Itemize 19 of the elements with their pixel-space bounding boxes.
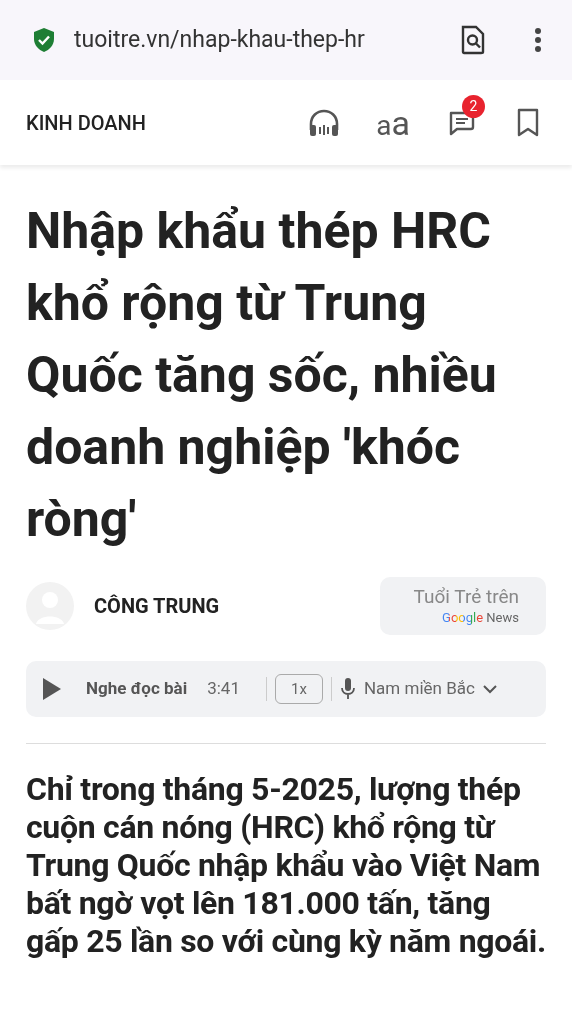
chevron-down-icon: [482, 684, 497, 694]
section-title[interactable]: KINH DOANH: [26, 107, 309, 138]
microphone-icon: [339, 677, 356, 701]
author-name[interactable]: CÔNG TRUNG: [94, 591, 380, 621]
bookmark-icon[interactable]: [516, 107, 540, 138]
listen-label: Nghe đọc bài: [86, 677, 188, 701]
comment-count-badge: 2: [462, 94, 485, 118]
google-news-button[interactable]: Tuổi Trẻ trên Google News: [380, 577, 546, 635]
play-icon[interactable]: [42, 677, 62, 701]
page-search-icon[interactable]: [460, 25, 486, 55]
shield-icon: [32, 27, 56, 53]
audio-duration: 3:41: [207, 677, 240, 701]
font-size-button[interactable]: aa: [376, 105, 410, 140]
article-title: Nhập khẩu thép HRC khổ rộng từ Trung Quốc tăng sốc, nhiều doanh nghiệp 'khóc ròng': [26, 201, 498, 550]
article-lead: Chỉ trong tháng 5-2025, lượng thép cuộn cán nóng (HRC) khổ rộng từ Trung Quốc nhập khẩu vào Việt Nam bất ngờ vọt lên 181.000 tấn, tăng gấp 25 lần so với cùng kỳ năm ngoái.: [26, 770, 546, 960]
headphones-icon[interactable]: [308, 107, 341, 138]
speed-button[interactable]: 1x: [274, 674, 323, 704]
menu-icon[interactable]: [534, 27, 542, 53]
voice-dropdown[interactable]: Nam miền Bắc: [363, 676, 497, 702]
